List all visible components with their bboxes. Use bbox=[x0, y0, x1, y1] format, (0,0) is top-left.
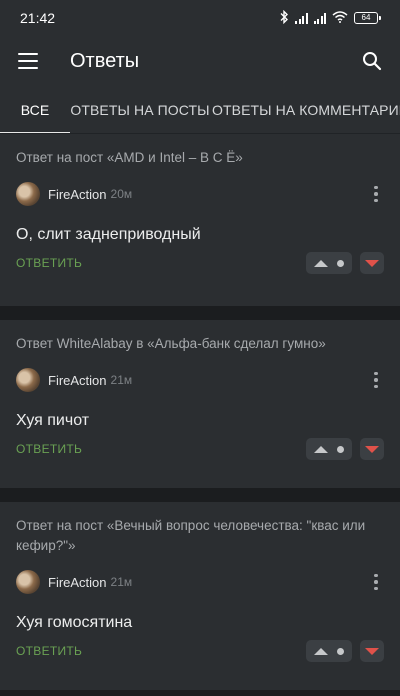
author-row: FireAction 21м bbox=[16, 570, 384, 594]
rating-dot-icon bbox=[337, 445, 344, 453]
comment-text: Хуя гомосятина bbox=[16, 614, 133, 631]
author-row: FireAction 21м bbox=[16, 368, 384, 392]
replies-feed: Ответ на пост «AMD и Intel – В С Ё» Fire… bbox=[0, 134, 400, 690]
timestamp: 21м bbox=[110, 575, 133, 589]
signal-icon-2 bbox=[313, 12, 326, 24]
status-time: 21:42 bbox=[20, 10, 56, 26]
arrow-down-icon bbox=[365, 259, 379, 267]
rating-dot-icon bbox=[337, 647, 344, 655]
more-vertical-icon[interactable] bbox=[368, 572, 384, 592]
timestamp: 20м bbox=[110, 187, 133, 201]
reply-card: Ответ на пост «AMD и Intel – В С Ё» Fire… bbox=[0, 134, 400, 306]
status-bar: 21:42 64 bbox=[0, 0, 400, 36]
search-icon[interactable] bbox=[360, 49, 384, 73]
comment-text: О, слит заднеприводный bbox=[16, 226, 201, 243]
upvote-button[interactable] bbox=[306, 252, 352, 274]
bluetooth-icon bbox=[279, 9, 289, 27]
screen: 21:42 64 Ответы ВСЕ ОТВЕТЫ НА ПОСТЫ ОТВЕ… bbox=[0, 0, 400, 696]
author-name[interactable]: FireAction bbox=[48, 373, 107, 388]
avatar[interactable] bbox=[16, 182, 40, 206]
arrow-down-icon bbox=[365, 445, 379, 453]
action-row: ОТВЕТИТЬ bbox=[16, 250, 384, 276]
status-icons: 64 bbox=[279, 9, 381, 27]
downvote-button[interactable] bbox=[360, 438, 384, 460]
page-title: Ответы bbox=[70, 49, 140, 72]
reply-context[interactable]: Ответ на пост «AMD и Intel – В С Ё» bbox=[16, 134, 384, 168]
author-name[interactable]: FireAction bbox=[48, 187, 107, 202]
downvote-button[interactable] bbox=[360, 640, 384, 662]
tab-post-replies[interactable]: ОТВЕТЫ НА ПОСТЫ bbox=[70, 86, 210, 133]
battery-icon: 64 bbox=[354, 12, 381, 24]
more-vertical-icon[interactable] bbox=[368, 184, 384, 204]
battery-level: 64 bbox=[361, 13, 371, 22]
more-vertical-icon[interactable] bbox=[368, 370, 384, 390]
author-row: FireAction 20м bbox=[16, 182, 384, 206]
reply-button[interactable]: ОТВЕТИТЬ bbox=[16, 256, 82, 270]
vote-controls bbox=[306, 252, 384, 274]
reply-card: Ответ WhiteAlabay в «Альфа-банк сделал г… bbox=[0, 320, 400, 488]
downvote-button[interactable] bbox=[360, 252, 384, 274]
reply-button[interactable]: ОТВЕТИТЬ bbox=[16, 644, 82, 658]
avatar[interactable] bbox=[16, 368, 40, 392]
action-row: ОТВЕТИТЬ bbox=[16, 436, 384, 462]
reply-card: Ответ на пост «Вечный вопрос человечеств… bbox=[0, 502, 400, 690]
arrow-up-icon bbox=[314, 259, 328, 267]
rating-dot-icon bbox=[337, 259, 344, 267]
arrow-down-icon bbox=[365, 647, 379, 655]
timestamp: 21м bbox=[110, 373, 133, 387]
tab-all[interactable]: ВСЕ bbox=[0, 86, 70, 133]
vote-controls bbox=[306, 438, 384, 460]
tab-bar: ВСЕ ОТВЕТЫ НА ПОСТЫ ОТВЕТЫ НА КОММЕНТАРИ… bbox=[0, 86, 400, 134]
app-bar: Ответы bbox=[0, 36, 400, 86]
avatar[interactable] bbox=[16, 570, 40, 594]
reply-context[interactable]: Ответ WhiteAlabay в «Альфа-банк сделал г… bbox=[16, 320, 384, 354]
reply-context[interactable]: Ответ на пост «Вечный вопрос человечеств… bbox=[16, 502, 384, 556]
signal-icon bbox=[295, 12, 308, 24]
comment-text: Хуя пичот bbox=[16, 412, 90, 429]
action-row: ОТВЕТИТЬ bbox=[16, 638, 384, 664]
hamburger-menu-icon[interactable] bbox=[18, 53, 38, 69]
arrow-up-icon bbox=[314, 647, 328, 655]
tab-comment-replies[interactable]: ОТВЕТЫ НА КОММЕНТАРИИ bbox=[210, 86, 400, 133]
upvote-button[interactable] bbox=[306, 438, 352, 460]
wifi-icon bbox=[332, 10, 348, 26]
arrow-up-icon bbox=[314, 445, 328, 453]
reply-button[interactable]: ОТВЕТИТЬ bbox=[16, 442, 82, 456]
vote-controls bbox=[306, 640, 384, 662]
upvote-button[interactable] bbox=[306, 640, 352, 662]
author-name[interactable]: FireAction bbox=[48, 575, 107, 590]
